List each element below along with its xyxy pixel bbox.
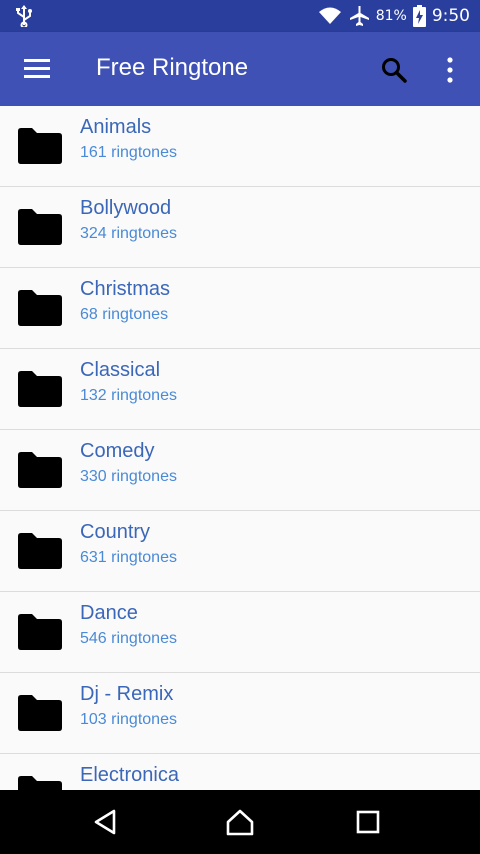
back-icon[interactable] bbox=[90, 806, 122, 838]
category-count: 103 ringtones bbox=[80, 711, 177, 728]
category-list: Animals 161 ringtones Bollywood 324 ring… bbox=[0, 106, 480, 790]
list-item[interactable]: Christmas 68 ringtones bbox=[0, 268, 480, 349]
category-name: Dance bbox=[80, 602, 138, 624]
status-bar: 81% 9:50 bbox=[0, 0, 480, 32]
list-item[interactable]: Classical 132 ringtones bbox=[0, 349, 480, 430]
search-icon[interactable] bbox=[380, 56, 408, 84]
list-item[interactable]: Dj - Remix 103 ringtones bbox=[0, 673, 480, 754]
category-name: Bollywood bbox=[80, 197, 172, 219]
folder-icon bbox=[18, 533, 62, 569]
battery-percent: 81% bbox=[375, 8, 407, 24]
recents-icon[interactable] bbox=[352, 806, 384, 838]
category-count: 330 ringtones bbox=[80, 468, 177, 485]
category-name: Classical bbox=[80, 359, 161, 381]
folder-icon bbox=[18, 128, 62, 164]
page-title: Free Ringtone bbox=[96, 54, 249, 81]
more-vert-icon[interactable] bbox=[440, 56, 460, 84]
list-item[interactable]: Animals 161 ringtones bbox=[0, 106, 480, 187]
list-item[interactable]: Bollywood 324 ringtones bbox=[0, 187, 480, 268]
category-name: Country bbox=[80, 521, 151, 543]
airplane-icon bbox=[349, 6, 369, 26]
folder-icon bbox=[18, 614, 62, 650]
category-name: Electronica bbox=[80, 764, 179, 786]
clock: 9:50 bbox=[431, 6, 470, 26]
folder-icon bbox=[18, 452, 62, 488]
app-bar: Free Ringtone bbox=[0, 32, 480, 106]
category-count: 132 ringtones bbox=[80, 387, 177, 404]
navigation-bar bbox=[0, 790, 480, 854]
folder-icon bbox=[18, 209, 62, 245]
list-item[interactable]: Electronica bbox=[0, 754, 480, 790]
category-count: 631 ringtones bbox=[80, 549, 177, 566]
usb-icon bbox=[16, 5, 32, 27]
category-count: 546 ringtones bbox=[80, 630, 177, 647]
category-name: Comedy bbox=[80, 440, 155, 462]
category-count: 324 ringtones bbox=[80, 225, 177, 242]
category-name: Animals bbox=[80, 116, 152, 138]
battery-charging-icon bbox=[412, 5, 426, 27]
folder-icon bbox=[18, 371, 62, 407]
folder-icon bbox=[18, 695, 62, 731]
folder-icon bbox=[18, 776, 62, 790]
category-name: Christmas bbox=[80, 278, 171, 300]
category-count: 161 ringtones bbox=[80, 144, 177, 161]
list-item[interactable]: Dance 546 ringtones bbox=[0, 592, 480, 673]
wifi-icon bbox=[318, 7, 341, 24]
folder-icon bbox=[18, 290, 62, 326]
home-icon[interactable] bbox=[224, 806, 256, 838]
list-item[interactable]: Country 631 ringtones bbox=[0, 511, 480, 592]
category-count: 68 ringtones bbox=[80, 306, 169, 323]
list-item[interactable]: Comedy 330 ringtones bbox=[0, 430, 480, 511]
category-name: Dj - Remix bbox=[80, 683, 174, 705]
menu-icon[interactable] bbox=[24, 58, 50, 78]
